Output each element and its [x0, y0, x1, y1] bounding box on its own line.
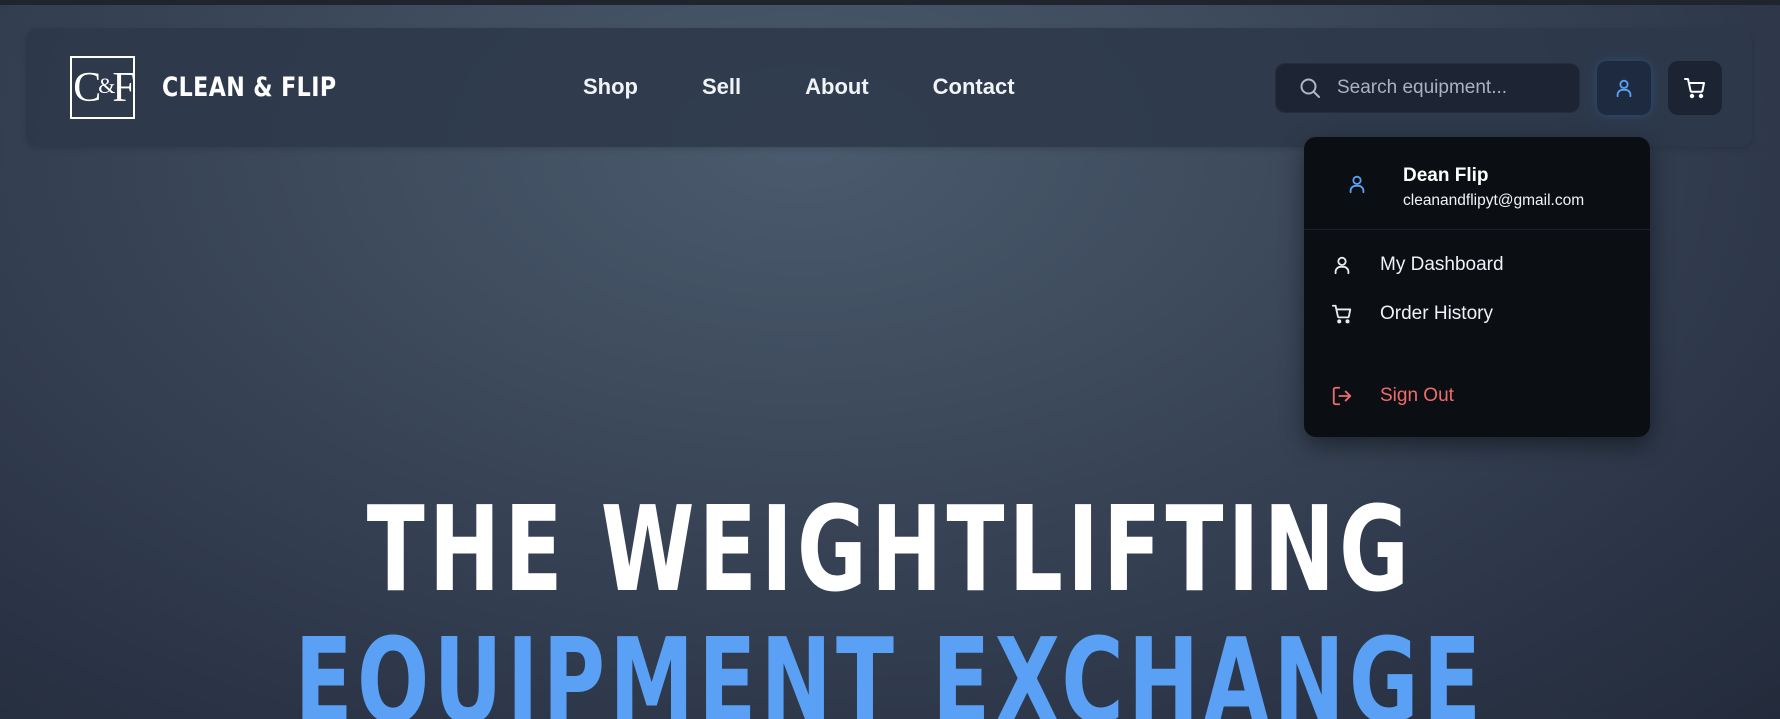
- user-menu-dropdown: Dean Flip cleanandflipyt@gmail.com My Da…: [1304, 137, 1650, 437]
- search-bar: [1275, 63, 1580, 113]
- brand-logo[interactable]: C & F CLEAN & FLIP: [70, 56, 375, 119]
- sign-out-icon: [1332, 386, 1352, 406]
- cart-icon: [1684, 78, 1705, 99]
- sign-out-label: Sign Out: [1380, 385, 1454, 406]
- user-icon: [1334, 256, 1350, 275]
- brand-name: CLEAN & FLIP: [162, 72, 337, 103]
- user-icon: [1616, 79, 1632, 98]
- cart-button[interactable]: [1668, 61, 1722, 115]
- user-icon: [1349, 175, 1365, 194]
- nav-link-sell[interactable]: Sell: [702, 74, 741, 100]
- menu-item-my-dashboard[interactable]: My Dashboard: [1304, 243, 1650, 287]
- cart-icon: [1331, 304, 1352, 324]
- hero-title-line-1: THE WEIGHTLIFTING: [366, 480, 1414, 618]
- site-header: C & F CLEAN & FLIP Shop Sell About Contact: [26, 28, 1752, 147]
- nav-link-contact[interactable]: Contact: [933, 74, 1015, 100]
- account-button[interactable]: [1597, 61, 1651, 115]
- menu-item-label: Order History: [1380, 303, 1493, 324]
- user-name: Dean Flip: [1403, 165, 1489, 186]
- menu-item-order-history[interactable]: Order History: [1304, 292, 1650, 336]
- user-email: cleanandflipyt@gmail.com: [1403, 192, 1585, 209]
- logo-mark: C & F: [70, 56, 136, 119]
- window-top-border: [0, 0, 1780, 5]
- search-input[interactable]: [1337, 77, 1567, 99]
- nav-link-about[interactable]: About: [805, 74, 869, 100]
- search-icon: [1300, 78, 1320, 98]
- main-nav: Shop Sell About Contact: [583, 74, 1079, 100]
- user-menu-header: Dean Flip cleanandflipyt@gmail.com: [1304, 137, 1650, 230]
- nav-link-shop[interactable]: Shop: [583, 74, 638, 100]
- sign-out-button[interactable]: Sign Out: [1304, 374, 1650, 418]
- menu-item-label: My Dashboard: [1380, 254, 1504, 275]
- hero-title-line-2: EQUIPMENT EXCHANGE: [294, 612, 1486, 719]
